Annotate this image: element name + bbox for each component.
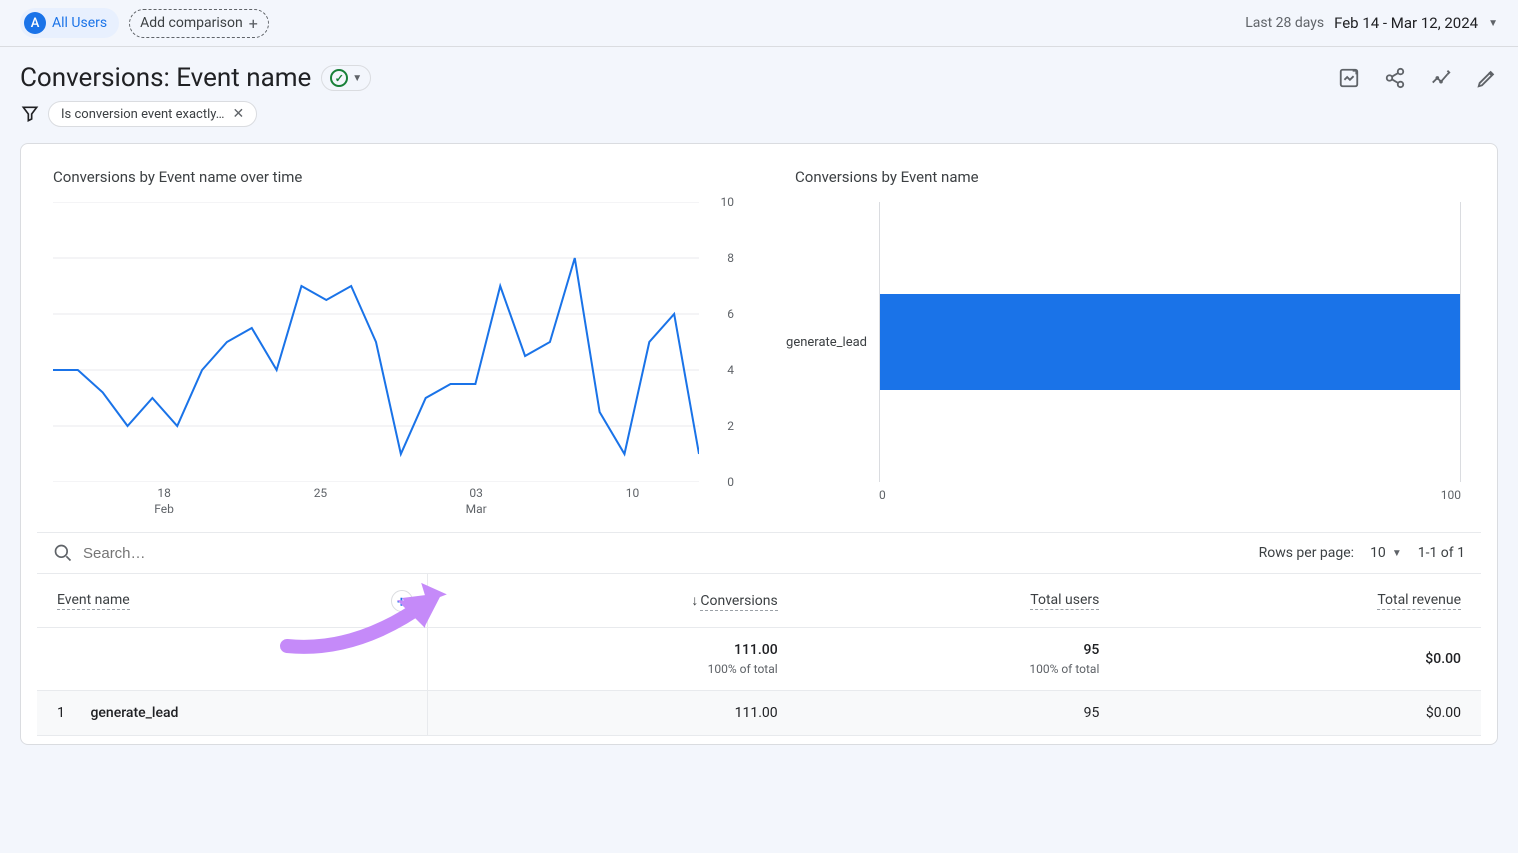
row-index: 1: [57, 705, 87, 721]
line-chart: 0246810 18Feb2503Mar10: [37, 202, 739, 522]
rows-per-page-value: 10: [1370, 545, 1386, 561]
event-name-link[interactable]: generate_lead: [90, 705, 178, 721]
edit-icon[interactable]: [1476, 67, 1498, 89]
bar-x-axis: 0 100: [879, 488, 1461, 502]
summary-value: 95: [818, 642, 1100, 658]
plus-icon: +: [249, 14, 258, 33]
bar-x-tick: 100: [1441, 488, 1461, 502]
col-header-event-name[interactable]: Event name +: [37, 574, 427, 628]
title-row: Conversions: Event name ✓ ▼: [0, 47, 1518, 101]
title-actions: [1338, 67, 1498, 89]
page-title: Conversions: Event name: [20, 63, 311, 93]
audience-label: All Users: [52, 15, 107, 31]
audience-chip[interactable]: A All Users: [20, 8, 119, 38]
share-icon[interactable]: [1384, 67, 1406, 89]
report-card: Conversions by Event name over time 0246…: [20, 143, 1498, 745]
summary-row: 111.00 100% of total 95 100% of total $0…: [37, 628, 1481, 691]
summary-pct: 100% of total: [448, 662, 778, 676]
top-bar: A All Users Add comparison + Last 28 day…: [0, 0, 1518, 47]
filter-chip-label: Is conversion event exactly…: [61, 107, 224, 122]
summary-total-users: 95 100% of total: [798, 628, 1120, 691]
bar-area: [879, 202, 1461, 482]
cell-total-revenue: $0.00: [1119, 691, 1481, 736]
sort-desc-icon: ↓: [691, 593, 698, 609]
y-axis-ticks: 0246810: [704, 202, 739, 482]
col-header-total-revenue[interactable]: Total revenue: [1119, 574, 1481, 628]
line-chart-title: Conversions by Event name over time: [37, 168, 739, 186]
col-header-label: Event name: [57, 592, 130, 610]
x-axis-ticks: 18Feb2503Mar10: [53, 486, 699, 522]
filter-row: Is conversion event exactly… ✕: [0, 101, 1518, 143]
col-header-label: Total users: [1030, 592, 1099, 610]
summary-conversions: 111.00 100% of total: [427, 628, 798, 691]
summary-pct: 100% of total: [818, 662, 1100, 676]
line-chart-svg: [53, 202, 699, 482]
col-header-conversions[interactable]: ↓Conversions: [427, 574, 798, 628]
search-box[interactable]: [53, 543, 283, 563]
date-range: Feb 14 - Mar 12, 2024: [1334, 14, 1478, 32]
summary-total-revenue: $0.00: [1119, 628, 1481, 691]
bar-chart-title: Conversions by Event name: [779, 168, 1481, 186]
customize-icon[interactable]: [1338, 67, 1360, 89]
rows-per-page-label: Rows per page:: [1259, 545, 1354, 561]
bar-generate-lead: [880, 294, 1460, 390]
table-toolbar: Rows per page: 10 ▼ 1-1 of 1: [37, 532, 1481, 574]
table-row[interactable]: 1 generate_lead 111.00 95 $0.00: [37, 691, 1481, 736]
charts-row: Conversions by Event name over time 0246…: [37, 168, 1481, 522]
add-comparison-button[interactable]: Add comparison +: [129, 9, 269, 38]
line-chart-col: Conversions by Event name over time 0246…: [37, 168, 739, 522]
top-bar-left: A All Users Add comparison +: [20, 8, 269, 38]
cell-total-users: 95: [798, 691, 1120, 736]
bar-chart: generate_lead 0 100: [779, 202, 1481, 522]
summary-value: $0.00: [1139, 651, 1461, 667]
chevron-down-icon: ▼: [1488, 18, 1498, 29]
search-input[interactable]: [83, 545, 283, 562]
col-header-total-users[interactable]: Total users: [798, 574, 1120, 628]
search-icon: [53, 543, 73, 563]
bar-chart-col: Conversions by Event name generate_lead …: [779, 168, 1481, 522]
add-column-button[interactable]: +: [391, 590, 413, 612]
date-label: Last 28 days: [1245, 15, 1324, 31]
cell-conversions: 111.00: [427, 691, 798, 736]
chevron-down-icon: ▼: [352, 73, 362, 84]
filter-chip[interactable]: Is conversion event exactly… ✕: [48, 101, 257, 127]
filter-icon[interactable]: [20, 104, 40, 124]
title-left: Conversions: Event name ✓ ▼: [20, 63, 371, 93]
insights-icon[interactable]: [1430, 67, 1452, 89]
data-table: Event name + ↓Conversions Total users To…: [37, 574, 1481, 736]
audience-badge: A: [24, 12, 46, 34]
pagination-range: 1-1 of 1: [1418, 545, 1465, 561]
chevron-down-icon: ▼: [1392, 548, 1402, 559]
summary-value: 111.00: [448, 642, 778, 658]
pagination: Rows per page: 10 ▼ 1-1 of 1: [1259, 545, 1465, 561]
add-comparison-label: Add comparison: [140, 15, 243, 31]
bar-x-tick: 0: [879, 488, 886, 502]
col-header-label: Total revenue: [1377, 592, 1461, 610]
date-picker[interactable]: Last 28 days Feb 14 - Mar 12, 2024 ▼: [1245, 14, 1498, 32]
close-icon[interactable]: ✕: [232, 106, 244, 122]
bar-category-label: generate_lead: [779, 335, 879, 350]
verify-chip[interactable]: ✓ ▼: [321, 65, 371, 91]
rows-per-page-select[interactable]: 10 ▼: [1370, 545, 1402, 561]
check-circle-icon: ✓: [330, 69, 348, 87]
col-header-label: Conversions: [700, 593, 777, 611]
